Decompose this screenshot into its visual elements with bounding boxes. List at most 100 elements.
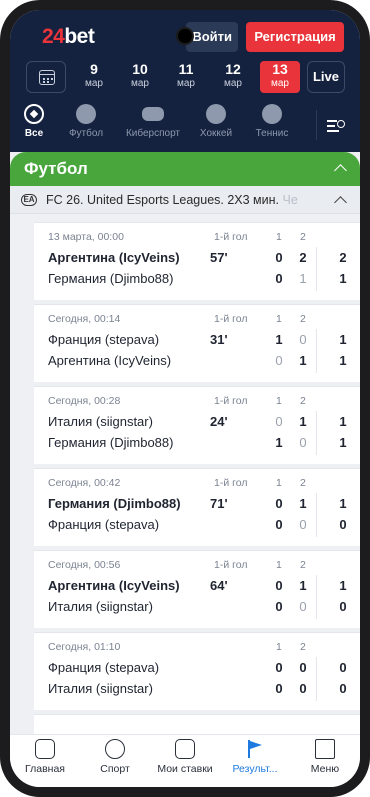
col-header-2: 2 — [300, 477, 306, 489]
score-total-away: 0 — [339, 599, 347, 614]
league-name-truncated: Че — [282, 193, 298, 207]
score-half1-away: 0 — [275, 517, 283, 532]
menu-search-icon — [315, 739, 335, 759]
section-title: Футбол — [24, 159, 88, 178]
date-day: 12 — [225, 61, 241, 77]
calendar-button[interactable] — [26, 61, 66, 93]
filter-line — [327, 125, 335, 127]
puck-icon — [206, 104, 226, 124]
date-day: 11 — [178, 61, 194, 77]
match-row[interactable]: Сегодня, 00:28 1-й гол 1 2 Италия (siignstar… — [34, 386, 360, 464]
match-row[interactable]: Сегодня, 00:56 1-й гол 1 2 Аргентина (IcyVei… — [34, 550, 360, 628]
date-day: 10 — [132, 61, 148, 77]
team-home: Германия (Djimbo88) — [48, 496, 181, 511]
date-item[interactable]: 11 мар — [166, 61, 206, 93]
team-home: Франция (stepava) — [48, 660, 160, 675]
col-header-1: 1 — [276, 313, 282, 325]
col-header-1: 1 — [276, 231, 282, 243]
section-header-football[interactable]: Футбол — [10, 152, 360, 186]
match-time: Сегодня, 00:14 — [48, 313, 121, 325]
score-half2-home: 2 — [299, 250, 307, 265]
col-header-2: 2 — [300, 395, 306, 407]
league-header[interactable]: EA FC 26. United Esports Leagues. 2X3 ми… — [10, 186, 360, 214]
team-away: Италия (siignstar) — [48, 681, 153, 696]
score-total-away: 1 — [339, 353, 347, 368]
team-away: Аргентина (IcyVeins) — [48, 353, 172, 368]
col-header-1: 1 — [276, 395, 282, 407]
score-half2-away: 0 — [299, 435, 307, 450]
nav-sport[interactable]: Спорт — [82, 739, 148, 775]
score-half1-home: 0 — [275, 414, 283, 429]
date-selector: 9 мар 10 мар 11 мар 12 мар 13 мар Live — [10, 54, 360, 100]
tab-tennis[interactable]: Теннис — [252, 104, 292, 139]
score-total-home: 0 — [339, 660, 347, 675]
chevron-up-icon[interactable] — [334, 196, 347, 209]
tab-all[interactable]: Все — [22, 104, 46, 139]
score-half1-home: 0 — [275, 660, 283, 675]
filter-line — [327, 130, 339, 132]
tab-label: Киберспорт — [125, 128, 181, 139]
date-month: мар — [224, 78, 242, 89]
match-row[interactable]: Сегодня, 00:42 1-й гол 1 2 Германия (Djimbo8… — [34, 468, 360, 546]
nav-menu[interactable]: Меню — [292, 739, 358, 775]
chevron-up-icon[interactable] — [334, 164, 347, 177]
col-header-2: 2 — [300, 559, 306, 571]
nav-label: Главная — [25, 763, 65, 775]
date-month: мар — [131, 78, 149, 89]
match-row[interactable]: 13 марта, 00:00 1-й гол 1 2 Аргентина (IcyVe… — [34, 222, 360, 300]
live-button[interactable]: Live — [307, 61, 345, 93]
team-home: Франция (stepava) — [48, 332, 160, 347]
team-home: Аргентина (IcyVeins) — [48, 578, 180, 593]
score-divider — [316, 493, 317, 537]
match-row[interactable] — [34, 714, 360, 734]
logo[interactable]: 24bet — [42, 25, 95, 49]
score-half2-home: 1 — [299, 578, 307, 593]
score-half2-away: 1 — [299, 353, 307, 368]
match-row[interactable]: Сегодня, 01:10 1 2 Франция (stepava) Италия … — [34, 632, 360, 710]
tennis-ball-icon — [262, 104, 282, 124]
nav-label: Спорт — [100, 763, 130, 775]
date-item[interactable]: 9 мар — [74, 61, 114, 93]
nav-my-bets[interactable]: Мои ставки — [152, 739, 218, 775]
event-label: 1-й гол — [214, 231, 248, 243]
date-day: 9 — [90, 61, 98, 77]
nav-home[interactable]: Главная — [12, 739, 78, 775]
tab-hockey[interactable]: Хоккей — [196, 104, 236, 139]
tab-football[interactable]: Футбол — [66, 104, 106, 139]
score-divider — [316, 329, 317, 373]
score-divider — [316, 657, 317, 701]
score-divider — [316, 247, 317, 291]
score-half2-home: 1 — [299, 414, 307, 429]
tab-esports[interactable]: Киберспорт — [120, 104, 186, 139]
date-item-selected[interactable]: 13 мар — [260, 61, 300, 93]
register-button[interactable]: Регистрация — [246, 22, 344, 52]
filter-search-button[interactable] — [316, 110, 346, 140]
match-minute: 31' — [210, 332, 228, 347]
league-name-text: FC 26. United Esports Leagues. 2X3 мин. — [46, 193, 280, 207]
team-away: Германия (Djimbo88) — [48, 435, 174, 450]
team-away: Германия (Djimbo88) — [48, 271, 174, 286]
nav-label: Мои ставки — [157, 763, 213, 775]
score-half1-home: 0 — [275, 578, 283, 593]
match-minute: 64' — [210, 578, 228, 593]
soccer-ball-icon — [76, 104, 96, 124]
match-row[interactable]: Сегодня, 00:14 1-й гол 1 2 Франция (stepava)… — [34, 304, 360, 382]
score-total-home: 1 — [339, 578, 347, 593]
match-time: 13 марта, 00:00 — [48, 231, 124, 243]
event-label: 1-й гол — [214, 313, 248, 325]
nav-results[interactable]: Результ... — [222, 739, 288, 775]
date-month: мар — [85, 78, 103, 89]
app-screen: 24bet Войти Регистрация 9 мар 10 мар 11 мар… — [10, 10, 360, 787]
nav-label: Меню — [310, 763, 340, 775]
event-label: 1-й гол — [214, 477, 248, 489]
score-half1-away: 0 — [275, 681, 283, 696]
score-total-away: 1 — [339, 271, 347, 286]
tab-label: Все — [24, 128, 44, 139]
date-item[interactable]: 12 мар — [213, 61, 253, 93]
event-label: 1-й гол — [214, 559, 248, 571]
team-home: Аргентина (IcyVeins) — [48, 250, 180, 265]
date-item[interactable]: 10 мар — [120, 61, 160, 93]
match-time: Сегодня, 00:56 — [48, 559, 121, 571]
calendar-icon — [39, 70, 55, 85]
score-half2-home: 1 — [299, 496, 307, 511]
